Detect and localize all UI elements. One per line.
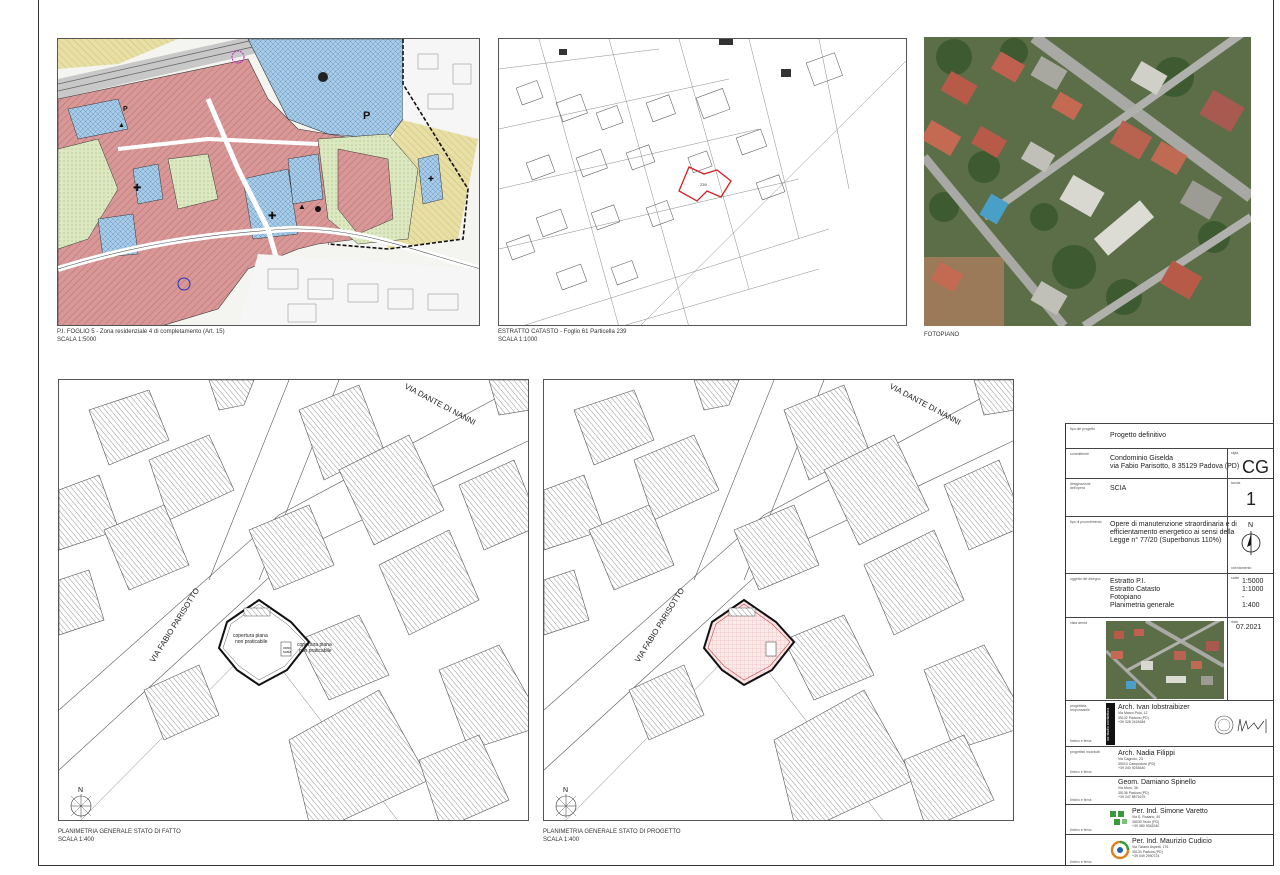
roof-label-1: copertura piana non praticabile <box>233 633 268 645</box>
stato-progetto-caption: PLANIMETRIA GENERALE STATO DI PROGETTO <box>543 829 681 835</box>
designazione: SCIA <box>1110 485 1127 492</box>
vista-label: vista aerea <box>1070 621 1088 625</box>
committente-label: committente <box>1070 452 1090 456</box>
tipo-procedimento-label: tipo di procedimento <box>1070 520 1102 524</box>
svg-text:▲: ▲ <box>118 122 125 129</box>
oggetto-label: oggetto del disegno <box>1070 577 1101 581</box>
aerial-photo <box>924 37 1251 326</box>
svg-text:N: N <box>1248 522 1253 529</box>
timbro-label: timbro e firma <box>1070 828 1092 832</box>
timbro-label: timbro e firma <box>1070 860 1092 864</box>
oggetto-item: Fotopiano <box>1110 594 1142 601</box>
designazione-label: designazione dell'opera <box>1070 482 1091 490</box>
scale-item: 1:5000 <box>1242 578 1264 585</box>
stato-fatto-caption: PLANIMETRIA GENERALE STATO DI FATTO <box>58 829 181 835</box>
aerial-thumbnail <box>1106 621 1224 699</box>
svg-text:▲: ▲ <box>298 202 306 211</box>
signature-stamp <box>1214 715 1267 735</box>
oggetto-item: Estratto P.I. <box>1110 578 1146 585</box>
per1-address: Via S. Rosario, 40 35030 Teolo (PD) +39 … <box>1132 815 1161 829</box>
pi-caption: P.I. FOGLIO 5 - Zona residenziale 4 di c… <box>57 329 225 335</box>
fotopiano-caption: FOTOPIANO <box>924 332 960 338</box>
scale-item: 1:400 <box>1242 602 1260 609</box>
scale-label: scale <box>1231 576 1240 580</box>
pi-map-panel: P P ▲ ▲ ✚ ✚ ✚ <box>57 38 480 326</box>
arch2-address: Via Cagnolo, 23 35010 Campodoro (PD) +39… <box>1118 757 1156 771</box>
arch1-name: Arch. Ivan Iobstraibizer <box>1118 704 1190 711</box>
orientamento-label: orientamento <box>1231 566 1252 570</box>
tipo-progetto: Progetto definitivo <box>1110 432 1167 439</box>
arch2-name: Arch. Nadia Filippi <box>1118 750 1175 757</box>
catasto-map-panel: 239 <box>498 38 907 326</box>
descrizione-line-2: efficientamento energetico ai sensi dell… <box>1110 529 1235 536</box>
committente-name: Condominio Giselda <box>1110 455 1174 462</box>
timbro-label: timbro e firma <box>1070 798 1092 802</box>
timbro-label: timbro e firma <box>1070 770 1092 774</box>
tipo-progetto-label: tipo del progetto <box>1070 427 1096 431</box>
svg-text:P: P <box>123 106 128 113</box>
svg-text:N: N <box>563 787 568 794</box>
scale-item: 1:1000 <box>1242 586 1264 593</box>
geom-name: Geom. Damiano Spinello <box>1118 779 1196 786</box>
project-code: CG <box>1242 457 1269 477</box>
per1-name: Per. Ind. Simone Varetto <box>1132 808 1208 815</box>
catasto-caption: ESTRATTO CATASTO - Foglio 61 Particella … <box>498 329 627 335</box>
catasto-map: 239 <box>499 39 906 325</box>
geom-address: Via Moro, 36 35136 Padova (PD) +39 347 8… <box>1118 786 1149 800</box>
tavola-label: tavola <box>1231 481 1241 485</box>
svg-text:P: P <box>363 110 370 122</box>
codice-label: sigla <box>1231 451 1239 455</box>
cudicio-logo-icon <box>1110 840 1130 860</box>
stato-progetto-scale: SCALA 1:400 <box>543 836 580 843</box>
pi-map: P P ▲ ▲ ✚ ✚ ✚ <box>58 39 479 325</box>
stato-fatto-plan: copertura piana non praticabile copertura… <box>59 380 528 820</box>
catasto-scale: SCALA 1:1000 <box>498 336 538 343</box>
timbro-label: timbro e firma <box>1070 739 1092 743</box>
fotopiano-panel <box>924 37 1251 326</box>
per2-address: Via Tiziano Aspetti, 176 35134 Padova (P… <box>1132 845 1169 859</box>
svg-text:N: N <box>78 787 83 794</box>
stato-progetto-plan: VIA DANTE DI NANNI VIA FABIO PARISOTTO N <box>544 380 1013 820</box>
per2-name: Per. Ind. Maurizio Cudicio <box>1132 838 1212 845</box>
parcel-label: 239 <box>700 182 707 187</box>
arch1-address: Via Marco Polo, 12 35132 Padova (PD) +39… <box>1118 711 1149 725</box>
oggetto-item: Estratto Catasto <box>1110 586 1161 593</box>
drawing-date: 07.2021 <box>1236 624 1262 631</box>
svg-text:✚: ✚ <box>133 183 141 194</box>
pi-scale: SCALA 1:5000 <box>57 336 97 343</box>
svg-text:✚: ✚ <box>428 175 434 183</box>
tavola-number: 1 <box>1246 489 1257 509</box>
studio-logo: iaz studio architettura <box>1106 703 1115 745</box>
varetto-logo-icon <box>1110 811 1127 825</box>
scale-item: - <box>1242 594 1245 601</box>
progettista-label: progettista responsabile <box>1070 704 1090 712</box>
descrizione-line-1: Opere di manutenzione straordinaria e di <box>1110 521 1237 528</box>
committente-address: via Fabio Parisotto, 8 35129 Padova (PD) <box>1110 463 1240 470</box>
stato-progetto-panel: VIA DANTE DI NANNI VIA FABIO PARISOTTO N <box>543 379 1014 821</box>
stair-label: vano scala <box>283 646 291 654</box>
svg-text:✚: ✚ <box>268 211 276 222</box>
stato-fatto-panel: copertura piana non praticabile copertura… <box>58 379 529 821</box>
stato-fatto-scale: SCALA 1:400 <box>58 836 95 843</box>
title-block: tipo del progetto Progetto definitivo co… <box>1065 423 1274 866</box>
descrizione-line-3: Legge n° 77/20 (Superbonus 110%) <box>1110 537 1222 544</box>
roof-label-2: copertura piana non praticabile <box>297 642 332 654</box>
oggetto-item: Planimetria generale <box>1110 602 1175 609</box>
progettisti-label: progettisti incaricati <box>1070 750 1100 754</box>
